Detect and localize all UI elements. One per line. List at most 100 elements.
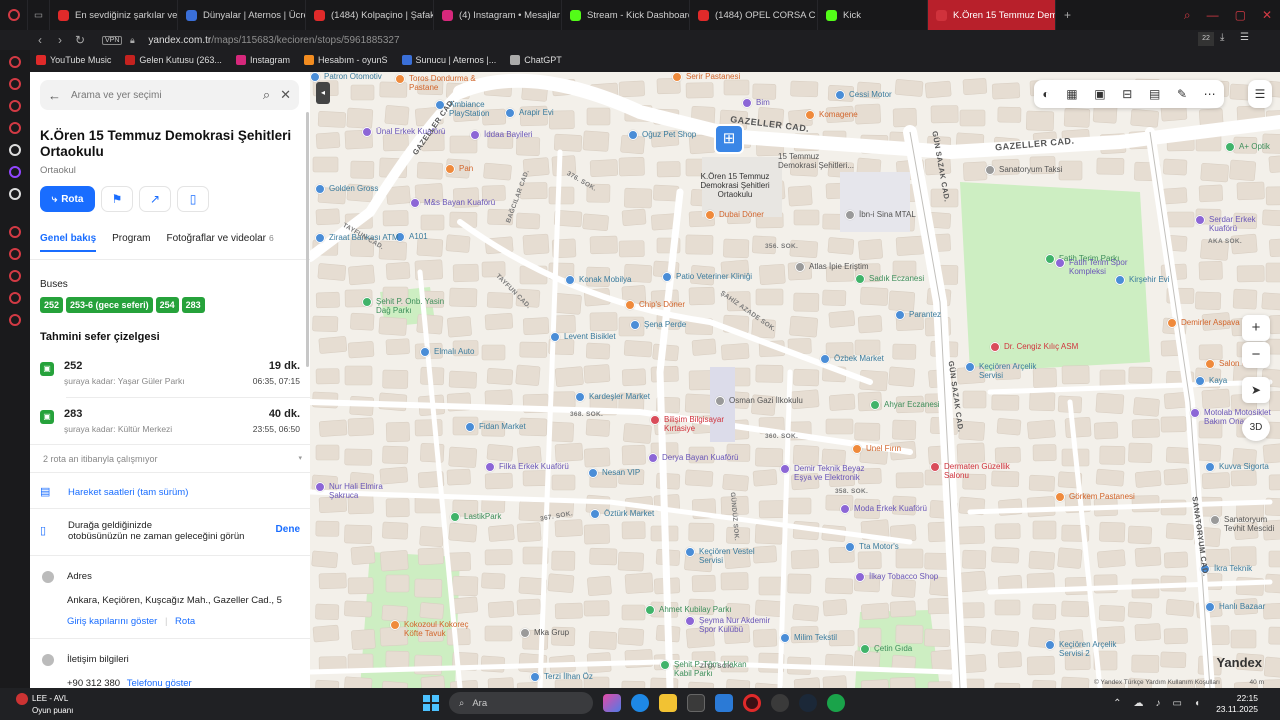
maximize-icon[interactable]: ▢ (1235, 8, 1246, 22)
poi-label[interactable]: Demir Teknik Beyaz Eşya ve Elektronik (794, 464, 872, 482)
taskbar-search[interactable]: ⌕ Ara (449, 692, 593, 714)
poi-marker-icon[interactable] (990, 342, 1000, 352)
poi-marker-icon[interactable] (1055, 492, 1065, 502)
poi-label[interactable]: Fidan Market (479, 422, 526, 431)
mic-icon[interactable]: ♪ (1156, 698, 1161, 709)
extensions-icon[interactable] (9, 292, 21, 304)
xbox-icon[interactable] (827, 694, 845, 712)
poi-label[interactable]: Tta Motor's (859, 542, 899, 551)
address-route-link[interactable]: Rota (175, 616, 195, 627)
poi-label[interactable]: Hanlı Bazaar (1219, 602, 1265, 611)
browser-tab[interactable]: En sevdiğiniz şarkılar ve a (50, 0, 178, 30)
schedule-row[interactable]: ▣ 283 şuraya kadar: Kültür Merkezi 40 dk… (40, 408, 300, 442)
search-icon[interactable]: ⌕ (263, 87, 270, 103)
download-icon[interactable]: ⤓ (1220, 32, 1224, 43)
poi-marker-icon[interactable] (470, 130, 480, 140)
bookmark-item[interactable]: ChatGPT (510, 55, 562, 65)
poi-label[interactable]: Şehit P. Onb. Yasin Dağ Parkı (376, 297, 454, 315)
poi-label[interactable]: Sanatoryum Tevhit Mescidi (1224, 515, 1280, 533)
poi-label[interactable]: Dermaten Güzellik Salonu (944, 462, 1022, 480)
poi-marker-icon[interactable] (662, 272, 672, 282)
poi-label[interactable]: Unel Fırın (866, 444, 901, 453)
poi-label[interactable]: İbn-i Sina MTAL (859, 210, 916, 219)
full-schedule-link[interactable]: Hareket saatleri (tam sürüm) (68, 487, 188, 498)
opera-gx-icon[interactable] (743, 694, 761, 712)
poi-label[interactable]: Pan (459, 164, 473, 173)
poi-marker-icon[interactable] (315, 482, 325, 492)
poi-marker-icon[interactable] (410, 198, 420, 208)
poi-marker-icon[interactable] (1205, 462, 1215, 472)
poi-marker-icon[interactable] (835, 90, 845, 100)
poi-marker-icon[interactable] (630, 320, 640, 330)
my-location-button[interactable]: ➤ (1242, 377, 1270, 403)
poi-label[interactable]: Sadık Eczanesi (869, 274, 924, 283)
back-icon[interactable]: ‹ (30, 33, 50, 47)
x-icon[interactable] (9, 188, 21, 200)
poi-marker-icon[interactable] (660, 660, 670, 670)
bus-line-tag[interactable]: 283 (181, 297, 205, 313)
tab-menu-icon[interactable]: ▭ (28, 0, 50, 30)
poi-marker-icon[interactable] (648, 453, 658, 463)
copilot-icon[interactable] (603, 694, 621, 712)
poi-marker-icon[interactable] (485, 462, 495, 472)
poi-marker-icon[interactable] (780, 464, 790, 474)
tab-overview[interactable]: Genel bakış (40, 233, 97, 252)
stop-label[interactable]: K.Ören 15 Temmuz Demokrasi Şehitleri Ort… (690, 172, 780, 199)
poi-label[interactable]: Özbek Market (834, 354, 884, 363)
browser-tab[interactable]: Kick (818, 0, 928, 30)
bus-line-tag[interactable]: 254 (155, 297, 179, 313)
poi-marker-icon[interactable] (1045, 640, 1055, 650)
poi-label[interactable]: Demirler Aspava (1181, 318, 1240, 327)
poi-marker-icon[interactable] (1205, 359, 1215, 369)
poi-marker-icon[interactable] (590, 509, 600, 519)
bookmark-item[interactable]: YouTube Music (36, 55, 111, 65)
map-menu-button[interactable]: ☰ (1248, 80, 1272, 108)
poi-label[interactable]: Patron Otomotiv (324, 72, 382, 81)
send-to-phone-button[interactable]: ▯ (177, 186, 209, 212)
poi-marker-icon[interactable] (685, 616, 695, 626)
reload-icon[interactable]: ↻ (70, 33, 90, 47)
poi-marker-icon[interactable] (588, 468, 598, 478)
forward-icon[interactable]: › (50, 33, 70, 47)
poi-marker-icon[interactable] (1205, 602, 1215, 612)
camera-icon[interactable]: ▣ (1094, 87, 1105, 101)
volume-icon[interactable]: ◖ (1194, 698, 1200, 709)
poi-label[interactable]: Toros Dondurma & Pastane (409, 74, 487, 92)
poi-label[interactable]: Dubai Döner (719, 210, 764, 219)
poi-marker-icon[interactable] (625, 300, 635, 310)
poi-marker-icon[interactable] (395, 74, 405, 84)
full-schedule-row[interactable]: ▤ Hareket saatleri (tam sürüm) (40, 485, 188, 499)
search-bar[interactable]: ← Arama ve yer seçimi ⌕ ✕ (40, 80, 299, 110)
bookmark-item[interactable]: Gelen Kutusu (263... (125, 55, 222, 65)
poi-label[interactable]: Nesan VIP (602, 468, 640, 477)
close-icon[interactable]: ✕ (280, 87, 291, 103)
poi-label[interactable]: A101 (409, 232, 428, 241)
ruler-icon[interactable]: ✎ (1177, 87, 1187, 101)
browser-tab[interactable]: K.Ören 15 Temmuz Demok (928, 0, 1056, 30)
poi-label[interactable]: Fatih Terim Spor Kompleksi (1069, 258, 1147, 276)
poi-label[interactable]: Elmalı Auto (434, 347, 474, 356)
poi-label[interactable]: Osman Gazi İlkokulu (729, 396, 803, 405)
poi-marker-icon[interactable] (565, 275, 575, 285)
schedule-row[interactable]: ▣ 252 şuraya kadar: Yaşar Güler Parkı 19… (40, 360, 300, 394)
poi-label[interactable]: Moda Erkek Kuaförü (854, 504, 927, 513)
poi-marker-icon[interactable] (505, 108, 515, 118)
poi-label[interactable]: Chip's Döner (639, 300, 685, 309)
twitch-icon[interactable] (9, 166, 21, 178)
url-field[interactable]: yandex.com.tr/maps/115683/kecioren/stops… (148, 35, 399, 46)
poi-marker-icon[interactable] (1195, 376, 1205, 386)
poi-label[interactable]: Mka Grup (534, 628, 569, 637)
poi-label[interactable]: Kuvva Sigorta (1219, 462, 1269, 471)
poi-label[interactable]: Serir Pastanesi (686, 72, 740, 81)
zoom-out-button[interactable]: − (1242, 342, 1270, 368)
panorama-icon[interactable]: ▦ (1066, 87, 1077, 101)
poi-label[interactable]: Terzi İlhan Öz (544, 672, 593, 681)
browser-tab[interactable]: (4) Instagram • Mesajlar (434, 0, 562, 30)
poi-marker-icon[interactable] (820, 354, 830, 364)
inactive-routes-note[interactable]: 2 rota an itibanyla çalışmıyor (43, 454, 158, 464)
poi-label[interactable]: Milim Tekstil (794, 633, 837, 642)
poi-marker-icon[interactable] (860, 644, 870, 654)
explorer-icon[interactable] (659, 694, 677, 712)
bus-line-tag[interactable]: 252 (40, 297, 64, 313)
map-canvas[interactable]: ◂ ⊞ Toros Dondurma & Pastane Serir Pastan… (310, 72, 1280, 688)
